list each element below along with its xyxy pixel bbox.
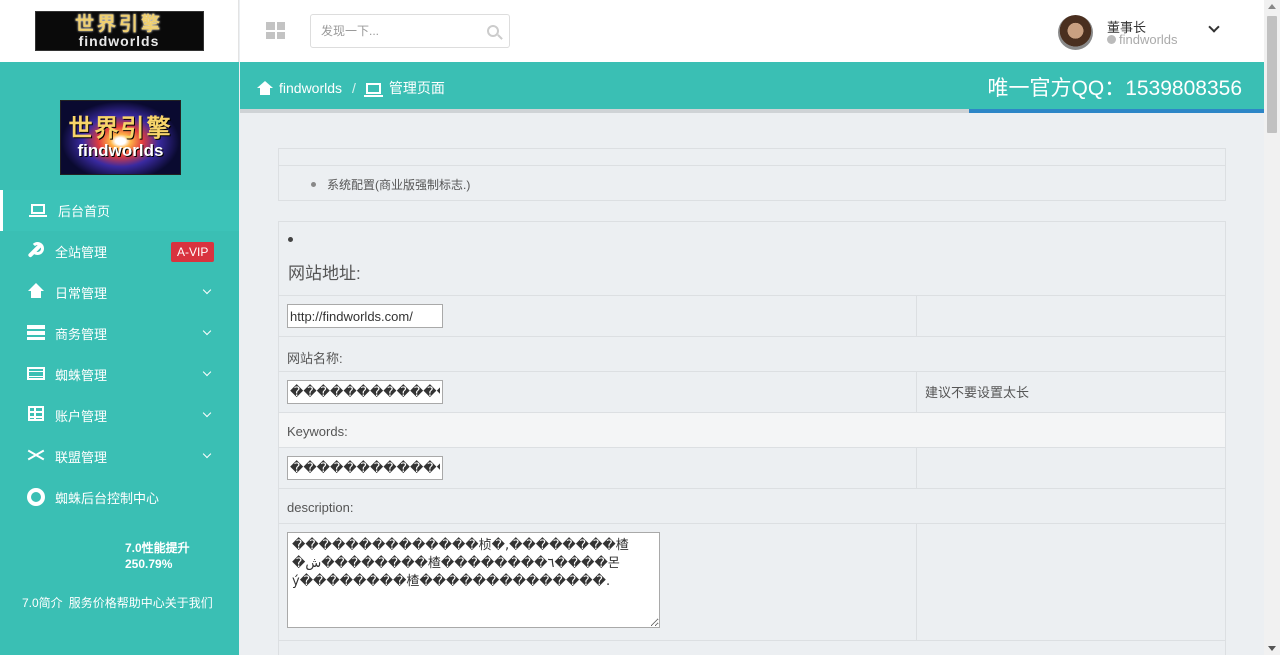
search-input[interactable] xyxy=(311,15,471,47)
sidebar-links: 7.0简介 服务价格帮助中心关于我们 xyxy=(22,594,213,611)
form-title: 网站地址: xyxy=(288,264,361,283)
sidebar-item-site-management[interactable]: 全站管理 A-VIP xyxy=(0,231,239,272)
logo-cn-text: 世界引擎 xyxy=(74,13,163,35)
logo-en-text: findworlds xyxy=(78,33,160,49)
chevron-down-icon xyxy=(202,449,212,459)
url-row xyxy=(279,296,1225,337)
sidebar-item-label: 商务管理 xyxy=(55,327,108,342)
url-input[interactable] xyxy=(287,304,443,328)
notice-header xyxy=(279,149,1225,166)
shuffle-icon xyxy=(27,448,45,462)
sidebar-item-home[interactable]: 后台首页 xyxy=(0,190,239,231)
laptop-icon xyxy=(29,204,47,217)
site-name-input[interactable] xyxy=(287,380,443,404)
user-status: findworlds xyxy=(1107,32,1178,47)
sidebar-item-label: 全站管理 xyxy=(55,245,108,260)
table-icon xyxy=(28,406,44,421)
performance-note: 7.0性能提升 250.79% xyxy=(125,540,190,572)
scroll-up-icon[interactable] xyxy=(1268,4,1276,9)
description-label: description: xyxy=(287,500,354,515)
sidebar-item-spider-control-center[interactable]: 蜘蛛后台控制中心 xyxy=(0,477,239,518)
search-icon[interactable] xyxy=(487,25,499,37)
wrench-icon xyxy=(27,242,44,259)
site-logo[interactable]: 世界引擎 findworlds xyxy=(34,11,204,51)
sidebar-logo-cn: 世界引擎 xyxy=(68,113,173,142)
link-about-us[interactable]: 关于我们 xyxy=(165,596,213,610)
logo-area: 世界引擎 findworlds xyxy=(0,0,239,62)
link-pricing[interactable]: 服务价格 xyxy=(69,596,117,610)
form-header: 网站地址: xyxy=(279,222,1225,296)
performance-line-2: 250.79% xyxy=(125,557,173,571)
scroll-down-icon[interactable] xyxy=(1268,646,1276,651)
chevron-down-icon xyxy=(202,367,212,377)
server-icon xyxy=(27,325,45,340)
sidebar-item-label: 账户管理 xyxy=(55,409,108,424)
site-name-label: 网站名称: xyxy=(287,351,343,366)
top-bar: 董事长 findworlds xyxy=(240,0,1264,62)
avatar[interactable] xyxy=(1058,15,1093,50)
sidebar-item-label: 联盟管理 xyxy=(55,450,108,465)
sidebar-logo-en: findworlds xyxy=(77,140,164,160)
progress-bar xyxy=(240,109,1264,113)
official-qq: 唯一官方QQ：1539808356 xyxy=(987,77,1242,100)
bullet-icon xyxy=(288,237,293,242)
laptop-icon xyxy=(363,82,383,97)
chevron-down-icon xyxy=(202,408,212,418)
chevron-down-icon xyxy=(202,285,212,295)
vip-badge: A-VIP xyxy=(171,242,215,262)
progress-fill xyxy=(969,109,1264,113)
keywords-label-row: Keywords: xyxy=(279,413,1225,448)
sidebar-item-alliance-management[interactable]: 联盟管理 xyxy=(0,436,239,477)
search-box xyxy=(310,14,510,48)
breadcrumb: findworlds / 管理页面 xyxy=(257,78,445,98)
breadcrumb-current: 管理页面 xyxy=(388,80,445,96)
performance-line-1: 7.0性能提升 xyxy=(125,541,190,555)
config-form: 网站地址: 网站名称: 建议不要设置太长 Keywords: descripti… xyxy=(278,221,1226,655)
sidebar-item-label: 后台首页 xyxy=(58,204,111,219)
notice-item: 系统配置(商业版强制标志.) xyxy=(279,166,1225,193)
link-help-center[interactable]: 帮助中心 xyxy=(117,596,165,610)
sidebar-logo: 世界引擎 findworlds xyxy=(60,100,181,175)
scroll-thumb[interactable] xyxy=(1267,16,1277,133)
status-dot-icon xyxy=(1107,35,1116,44)
chevron-down-icon[interactable] xyxy=(1208,21,1220,33)
sidebar-item-label: 蜘蛛后台控制中心 xyxy=(55,491,160,506)
breadcrumb-separator: / xyxy=(352,80,356,96)
sidebar-item-daily-management[interactable]: 日常管理 xyxy=(0,272,239,313)
lifering-icon xyxy=(27,488,45,506)
user-status-text: findworlds xyxy=(1119,32,1178,47)
site-name-label-row: 网站名称: xyxy=(279,337,1225,372)
keywords-label: Keywords: xyxy=(287,424,348,439)
sidebar-item-business-management[interactable]: 商务管理 xyxy=(0,313,239,354)
sidebar-item-label: 蜘蛛管理 xyxy=(55,368,108,383)
site-name-row: 建议不要设置太长 xyxy=(279,372,1225,413)
chevron-down-icon xyxy=(202,326,212,336)
sidebar-item-spider-management[interactable]: 蜘蛛管理 xyxy=(0,354,239,395)
sidebar-item-label: 日常管理 xyxy=(55,286,108,301)
keywords-input[interactable] xyxy=(287,456,443,480)
scrollbar[interactable] xyxy=(1264,0,1280,655)
grid-menu-icon[interactable] xyxy=(266,22,285,39)
sidebar: 世界引擎 findworlds 后台首页 全站管理 A-VIP 日常管理 商务管… xyxy=(0,62,239,655)
link-intro[interactable]: 7.0简介 xyxy=(22,596,63,610)
keywords-row xyxy=(279,448,1225,489)
description-textarea[interactable]: ��������������桢�,��������楂�ش��������楂���… xyxy=(287,532,660,628)
description-label-row: description: xyxy=(279,489,1225,524)
home-icon xyxy=(27,283,45,299)
home-icon xyxy=(257,81,273,95)
site-name-hint: 建议不要设置太长 xyxy=(925,385,1030,400)
breadcrumb-bar: findworlds / 管理页面 唯一官方QQ：1539808356 xyxy=(240,62,1264,109)
description-row: ��������������桢�,��������楂�ش��������楂���… xyxy=(279,524,1225,641)
sidebar-item-account-management[interactable]: 账户管理 xyxy=(0,395,239,436)
sidebar-nav: 后台首页 全站管理 A-VIP 日常管理 商务管理 蜘蛛管理 账户管理 联盟管理… xyxy=(0,190,239,518)
next-row xyxy=(279,641,1225,655)
list-icon xyxy=(27,367,45,380)
notice-panel: 系统配置(商业版强制标志.) xyxy=(278,148,1226,201)
breadcrumb-home-link[interactable]: findworlds xyxy=(279,80,342,96)
